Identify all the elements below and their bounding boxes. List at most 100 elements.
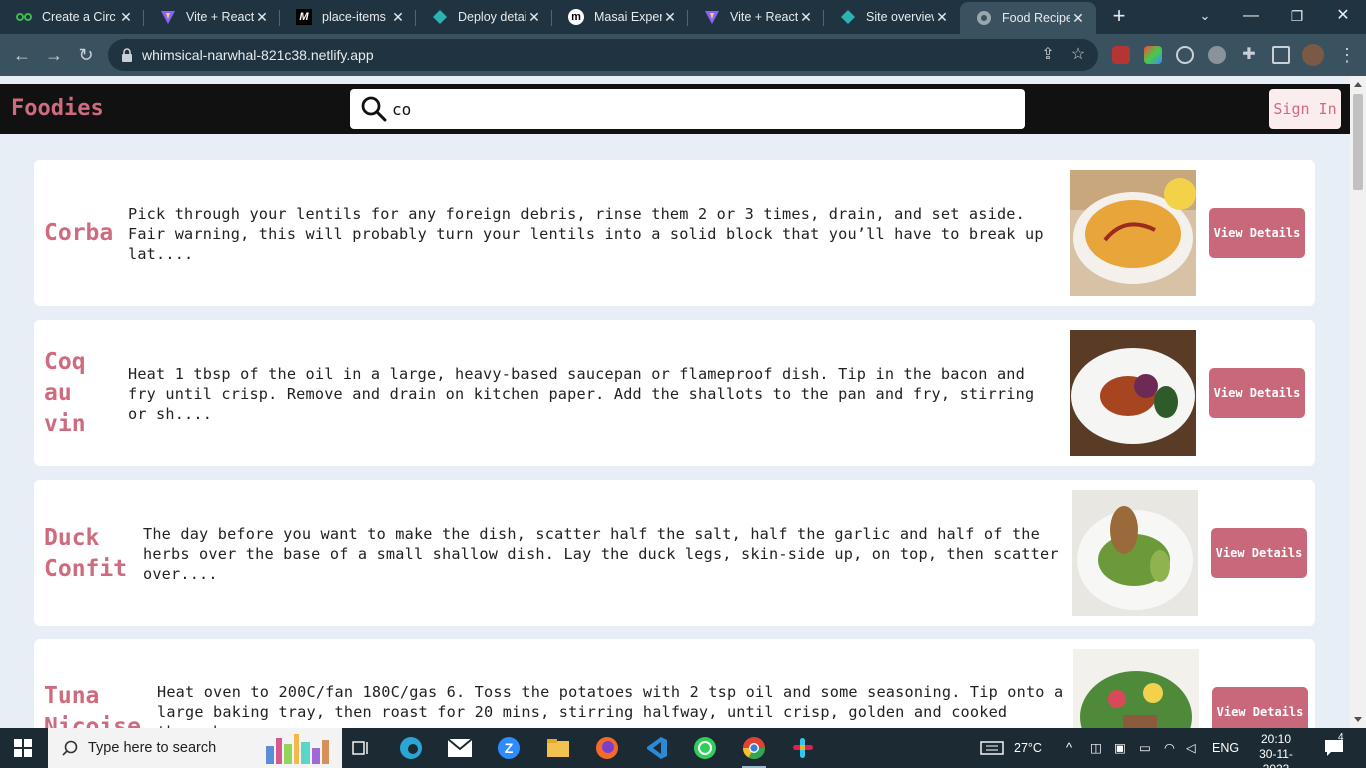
recipe-name: Duck Confit	[44, 525, 128, 582]
bookmark-star-icon[interactable]: ☆	[1068, 45, 1088, 65]
forward-arrow-icon[interactable]: →	[42, 43, 66, 67]
extension-react-icon[interactable]	[1176, 46, 1194, 64]
close-tab-icon[interactable]: ✕	[934, 9, 950, 26]
scroll-down-arrow-icon[interactable]	[1354, 717, 1362, 722]
extension-grammarly-icon[interactable]	[1208, 46, 1226, 64]
browser-toolbar: ← → ↻ whimsical-narwhal-821c38.netlify.a…	[0, 34, 1366, 76]
page-viewport: Foodies Sign In Corba Pick through your …	[0, 76, 1366, 728]
view-details-button[interactable]: View Details	[1209, 208, 1305, 258]
extensions-puzzle-icon[interactable]: ✚	[1240, 46, 1258, 64]
recipe-description: Pick through your lentils for any foreig…	[128, 205, 1044, 263]
lock-icon	[122, 48, 132, 62]
tab-title: Vite + React	[186, 10, 254, 24]
vite-icon	[160, 9, 176, 25]
search-icon	[361, 96, 387, 122]
close-tab-icon[interactable]: ✕	[118, 9, 134, 26]
netlify-icon	[432, 9, 448, 25]
chrome-icon[interactable]	[739, 734, 769, 768]
tray-chevron-up-icon[interactable]: ^	[1066, 728, 1082, 768]
notification-icon[interactable]: 4	[1324, 728, 1350, 768]
brand-logo[interactable]: Foodies	[11, 96, 104, 121]
close-tab-icon[interactable]: ✕	[254, 9, 270, 26]
close-tab-icon[interactable]: ✕	[1070, 10, 1086, 27]
tab-title: Deploy detai	[458, 10, 526, 24]
slack-icon[interactable]	[788, 734, 818, 762]
close-tab-icon[interactable]: ✕	[526, 9, 542, 26]
task-view-icon[interactable]	[346, 734, 376, 762]
close-tab-icon[interactable]: ✕	[662, 9, 678, 26]
new-tab-button[interactable]: +	[1108, 5, 1130, 27]
windows-start-icon[interactable]	[14, 739, 32, 757]
drive-icon[interactable]: ▣	[1114, 728, 1130, 768]
search-icon	[62, 740, 78, 756]
restore-button[interactable]: ❐	[1274, 0, 1320, 32]
reload-icon[interactable]: ↻	[74, 43, 98, 67]
back-arrow-icon[interactable]: ←	[10, 43, 34, 67]
address-bar[interactable]: whimsical-narwhal-821c38.netlify.app ⇪ ☆	[108, 39, 1098, 71]
view-details-button[interactable]: View Details	[1209, 368, 1305, 418]
taskbar-search[interactable]: Type here to search	[48, 728, 342, 768]
minimize-button[interactable]: —	[1228, 0, 1274, 32]
m-icon: M	[296, 9, 312, 25]
browser-tab[interactable]: Deploy detai ✕	[416, 2, 552, 32]
file-explorer-icon[interactable]	[543, 734, 573, 762]
tab-title: Create a Circ	[42, 10, 116, 24]
url-text: whimsical-narwhal-821c38.netlify.app	[142, 47, 374, 63]
browser-tab-active[interactable]: Food Recipe ✕	[960, 2, 1096, 34]
page-scrollbar[interactable]	[1350, 76, 1366, 728]
browser-tab[interactable]: Vite + React ✕	[144, 2, 280, 32]
weather-temperature[interactable]: 27°C	[1014, 728, 1042, 768]
battery-icon[interactable]: ▭	[1139, 728, 1155, 768]
view-details-button[interactable]: View Details	[1211, 528, 1307, 578]
share-icon[interactable]: ⇪	[1038, 45, 1058, 65]
vite-icon	[704, 9, 720, 25]
tab-search-icon[interactable]: ⌄	[1182, 0, 1228, 32]
recipe-image-coq-au-vin	[1070, 330, 1196, 456]
recipe-card: Duck Confit The day before you want to m…	[34, 480, 1315, 626]
tab-title: place-items -	[322, 10, 390, 24]
zoom-icon[interactable]: Z	[494, 734, 524, 762]
vscode-icon[interactable]	[641, 734, 671, 762]
recipe-card: Coq au vin Heat 1 tbsp of the oil in a l…	[34, 320, 1315, 466]
close-tab-icon[interactable]: ✕	[798, 9, 814, 26]
recipe-card: Tuna Nicoise Heat oven to 200C/fan 180C/…	[34, 639, 1315, 728]
recipe-image-soup	[1070, 170, 1196, 296]
view-details-button[interactable]: View Details	[1212, 687, 1308, 728]
browser-tab-strip: Create a Circ ✕ Vite + React ✕ M place-i…	[0, 0, 1366, 34]
mail-icon[interactable]	[445, 734, 475, 762]
extension-color-icon[interactable]	[1144, 46, 1162, 64]
menu-dots-icon[interactable]: ⋮	[1338, 46, 1356, 64]
wifi-icon[interactable]: ◠	[1164, 728, 1180, 768]
side-panel-icon[interactable]	[1272, 46, 1290, 64]
edge-icon[interactable]	[396, 734, 426, 762]
weather-icon[interactable]	[980, 728, 1010, 768]
recipe-card: Corba Pick through your lentils for any …	[34, 160, 1315, 306]
search-input[interactable]	[392, 95, 1012, 123]
webcam-icon[interactable]: ◫	[1090, 728, 1106, 768]
whatsapp-icon[interactable]	[690, 734, 720, 762]
close-tab-icon[interactable]: ✕	[390, 9, 406, 26]
browser-tab[interactable]: m Masai Experi ✕	[552, 2, 688, 32]
volume-icon[interactable]: ◁	[1186, 728, 1202, 768]
clock[interactable]: 20:10 30-11-2023	[1248, 728, 1304, 768]
taskbar-search-placeholder: Type here to search	[88, 740, 217, 756]
recipe-image-tuna-nicoise	[1073, 649, 1199, 728]
browser-tab[interactable]: Vite + React ✕	[688, 2, 824, 32]
browser-tab[interactable]: Create a Circ ✕	[0, 2, 144, 32]
search-box[interactable]	[350, 89, 1025, 129]
firefox-icon[interactable]	[592, 734, 622, 762]
app-navbar: Foodies Sign In	[0, 84, 1350, 134]
extension-shield-icon[interactable]	[1112, 46, 1130, 64]
scrollbar-thumb[interactable]	[1353, 94, 1363, 190]
notification-count: 4	[1338, 732, 1344, 743]
sign-in-button[interactable]: Sign In	[1269, 89, 1341, 129]
link-icon	[16, 9, 32, 25]
language-indicator[interactable]: ENG	[1212, 728, 1239, 768]
browser-tab[interactable]: M place-items - ✕	[280, 2, 416, 32]
close-window-button[interactable]: ✕	[1320, 0, 1366, 32]
scroll-up-arrow-icon[interactable]	[1354, 82, 1362, 87]
globe-icon	[976, 10, 992, 26]
profile-avatar[interactable]	[1302, 44, 1324, 66]
clock-time: 20:10	[1260, 732, 1292, 746]
browser-tab[interactable]: Site overview ✕	[824, 2, 960, 32]
